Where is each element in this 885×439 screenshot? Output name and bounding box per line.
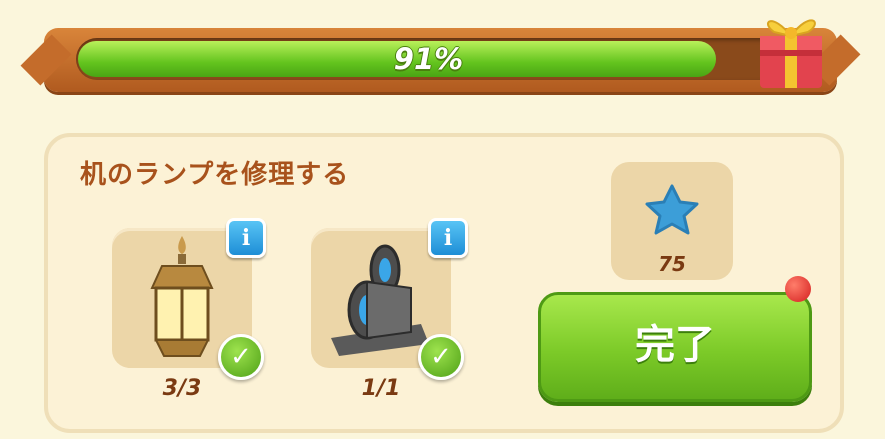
- notification-dot: [785, 276, 811, 302]
- check-icon: ✓: [418, 334, 464, 380]
- item-count-tape: 1/1: [361, 376, 401, 401]
- task-title: 机のランプを修理する: [80, 160, 350, 190]
- progress-bar-frame: 91%: [44, 28, 837, 92]
- info-button-lantern[interactable]: i: [226, 218, 266, 258]
- progress-track: 91%: [76, 38, 781, 80]
- info-button-tape[interactable]: i: [428, 218, 468, 258]
- blue-star-icon: [645, 184, 699, 235]
- gift-box-icon[interactable]: [752, 2, 832, 94]
- complete-button[interactable]: 完了: [538, 292, 812, 402]
- item-count-lantern: 3/3: [162, 376, 202, 401]
- reward-value: 75: [658, 252, 686, 276]
- check-icon: ✓: [218, 334, 264, 380]
- progress-label: 91%: [393, 42, 464, 76]
